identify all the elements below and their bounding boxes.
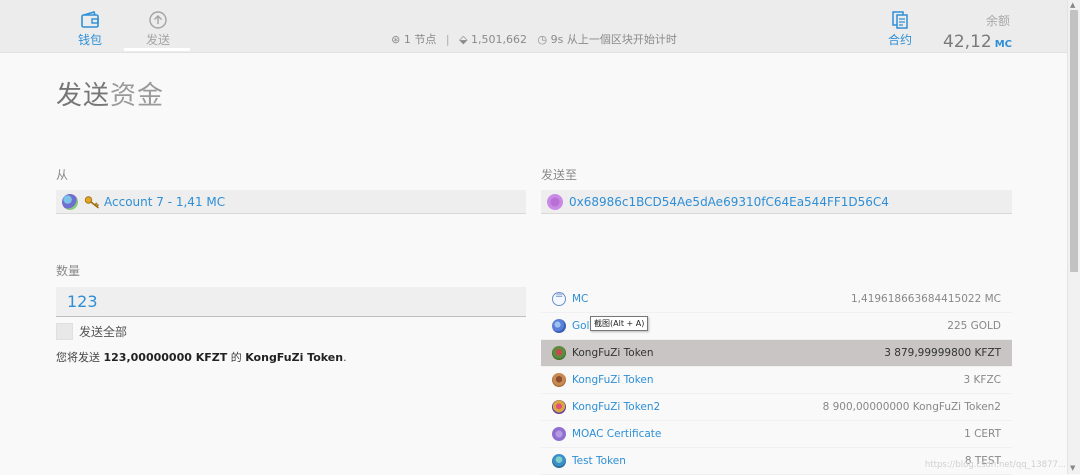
summary-prefix: 您将发送 (56, 351, 100, 364)
to-address-field[interactable]: 0x68986c1BCD54Ae5dAe69310fC64Ea544FF1D56… (541, 190, 1012, 214)
token-row-cert[interactable]: MOAC Certificate 1 CERT (541, 421, 1012, 448)
page-scrollbar[interactable]: ▲ ▼ (1067, 0, 1080, 474)
token-name: Test Token (572, 455, 626, 467)
scroll-up-icon[interactable]: ▲ (1070, 1, 1075, 9)
arrow-up-circle-icon (149, 11, 167, 29)
wallet-icon (81, 11, 99, 28)
test-token-icon (552, 454, 566, 468)
clock-icon: ◷ (537, 33, 548, 46)
from-account-text: Account 7 - 1,41 MC (104, 194, 226, 209)
account-avatar (62, 193, 78, 210)
gold-token-icon (552, 319, 566, 333)
token-row-mc[interactable]: MC 1,419618663684415022 MC (541, 286, 1012, 313)
contracts-icon (892, 11, 908, 29)
kfz2-token-icon (552, 400, 566, 414)
token-amount: 1 CERT (964, 428, 1001, 440)
token-amount: 1,419618663684415022 MC (851, 293, 1001, 305)
page-title-strong: 发送 (56, 81, 111, 111)
address-avatar (547, 193, 563, 210)
top-header: 钱包 发送 ⊛ 1 节点 | ⬙ 1,501,662 ◷ 9s 从上一個区块开始… (0, 0, 1068, 53)
peer-count: 1 节点 (403, 33, 437, 46)
scroll-thumb[interactable] (1070, 10, 1078, 272)
peers-icon: ⊛ (391, 33, 401, 46)
block-number: 1,501,662 (471, 33, 528, 46)
token-amount: 8 900,00000000 KongFuZi Token2 (822, 401, 1001, 413)
to-address-text: 0x68986c1BCD54Ae5dAe69310fC64Ea544FF1D56… (569, 194, 889, 209)
balance-value: 42,12 (943, 32, 992, 52)
nav-send-active-indicator (124, 48, 190, 51)
amount-label: 数量 (56, 264, 81, 278)
send-all-checkbox[interactable] (56, 323, 73, 340)
balance-unit: MC (994, 39, 1012, 50)
block-icon: ⬙ (459, 33, 468, 46)
watermark: https://blog.csdn.net/qq_13877... (924, 460, 1066, 470)
nav-contracts-label: 合约 (887, 33, 912, 47)
page-title: 发送资金 (56, 75, 164, 112)
from-label: 从 (56, 168, 69, 182)
kfzc-token-icon (552, 373, 566, 387)
moac-icon (552, 290, 566, 306)
page-title-light: 资金 (110, 81, 165, 111)
screenshot-tooltip: 截图(Alt + A) (590, 316, 649, 331)
kfzt-token-icon (552, 346, 566, 360)
send-summary: 您将发送 123,00000000 KFZT 的 KongFuZi Token. (56, 349, 347, 365)
token-list: MC 1,419618663684415022 MC Gol 225 GOLD … (541, 286, 1012, 475)
balance-label: 余额 (985, 14, 1010, 28)
summary-token: KongFuZi Token (245, 351, 344, 364)
token-amount: 3 879,99999800 KFZT (884, 347, 1001, 359)
token-row-kfzc[interactable]: KongFuZi Token 3 KFZC (541, 367, 1012, 394)
key-icon (84, 195, 99, 208)
summary-amount: 123,00000000 KFZT (103, 351, 228, 364)
token-row-kfz2[interactable]: KongFuZi Token2 8 900,00000000 KongFuZi … (541, 394, 1012, 421)
token-name: KongFuZi Token2 (572, 401, 661, 413)
token-name: MC (572, 293, 589, 305)
from-account-select[interactable]: Account 7 - 1,41 MC (56, 190, 526, 214)
token-name: MOAC Certificate (572, 428, 662, 440)
send-all-label: 发送全部 (79, 325, 128, 339)
amount-input[interactable]: 123 (56, 287, 526, 317)
token-name: KongFuZi Token (572, 347, 654, 359)
token-amount: 3 KFZC (963, 374, 1001, 386)
block-timer: 9s 从上一個区块开始计时 (550, 33, 677, 46)
separator: | (445, 33, 450, 46)
cert-token-icon (552, 427, 566, 441)
token-row-kfzt[interactable]: KongFuZi Token 3 879,99999800 KFZT (541, 340, 1012, 367)
balance-display: 余额 42,12 MC (943, 12, 1012, 52)
token-amount: 225 GOLD (947, 320, 1001, 332)
token-name: KongFuZi Token (572, 374, 654, 386)
nav-contracts[interactable]: 合约 (868, 10, 932, 48)
summary-suffix: . (343, 351, 347, 364)
summary-middle: 的 (230, 351, 242, 364)
scroll-down-icon[interactable]: ▼ (1070, 464, 1075, 472)
to-label: 发送至 (541, 168, 578, 182)
